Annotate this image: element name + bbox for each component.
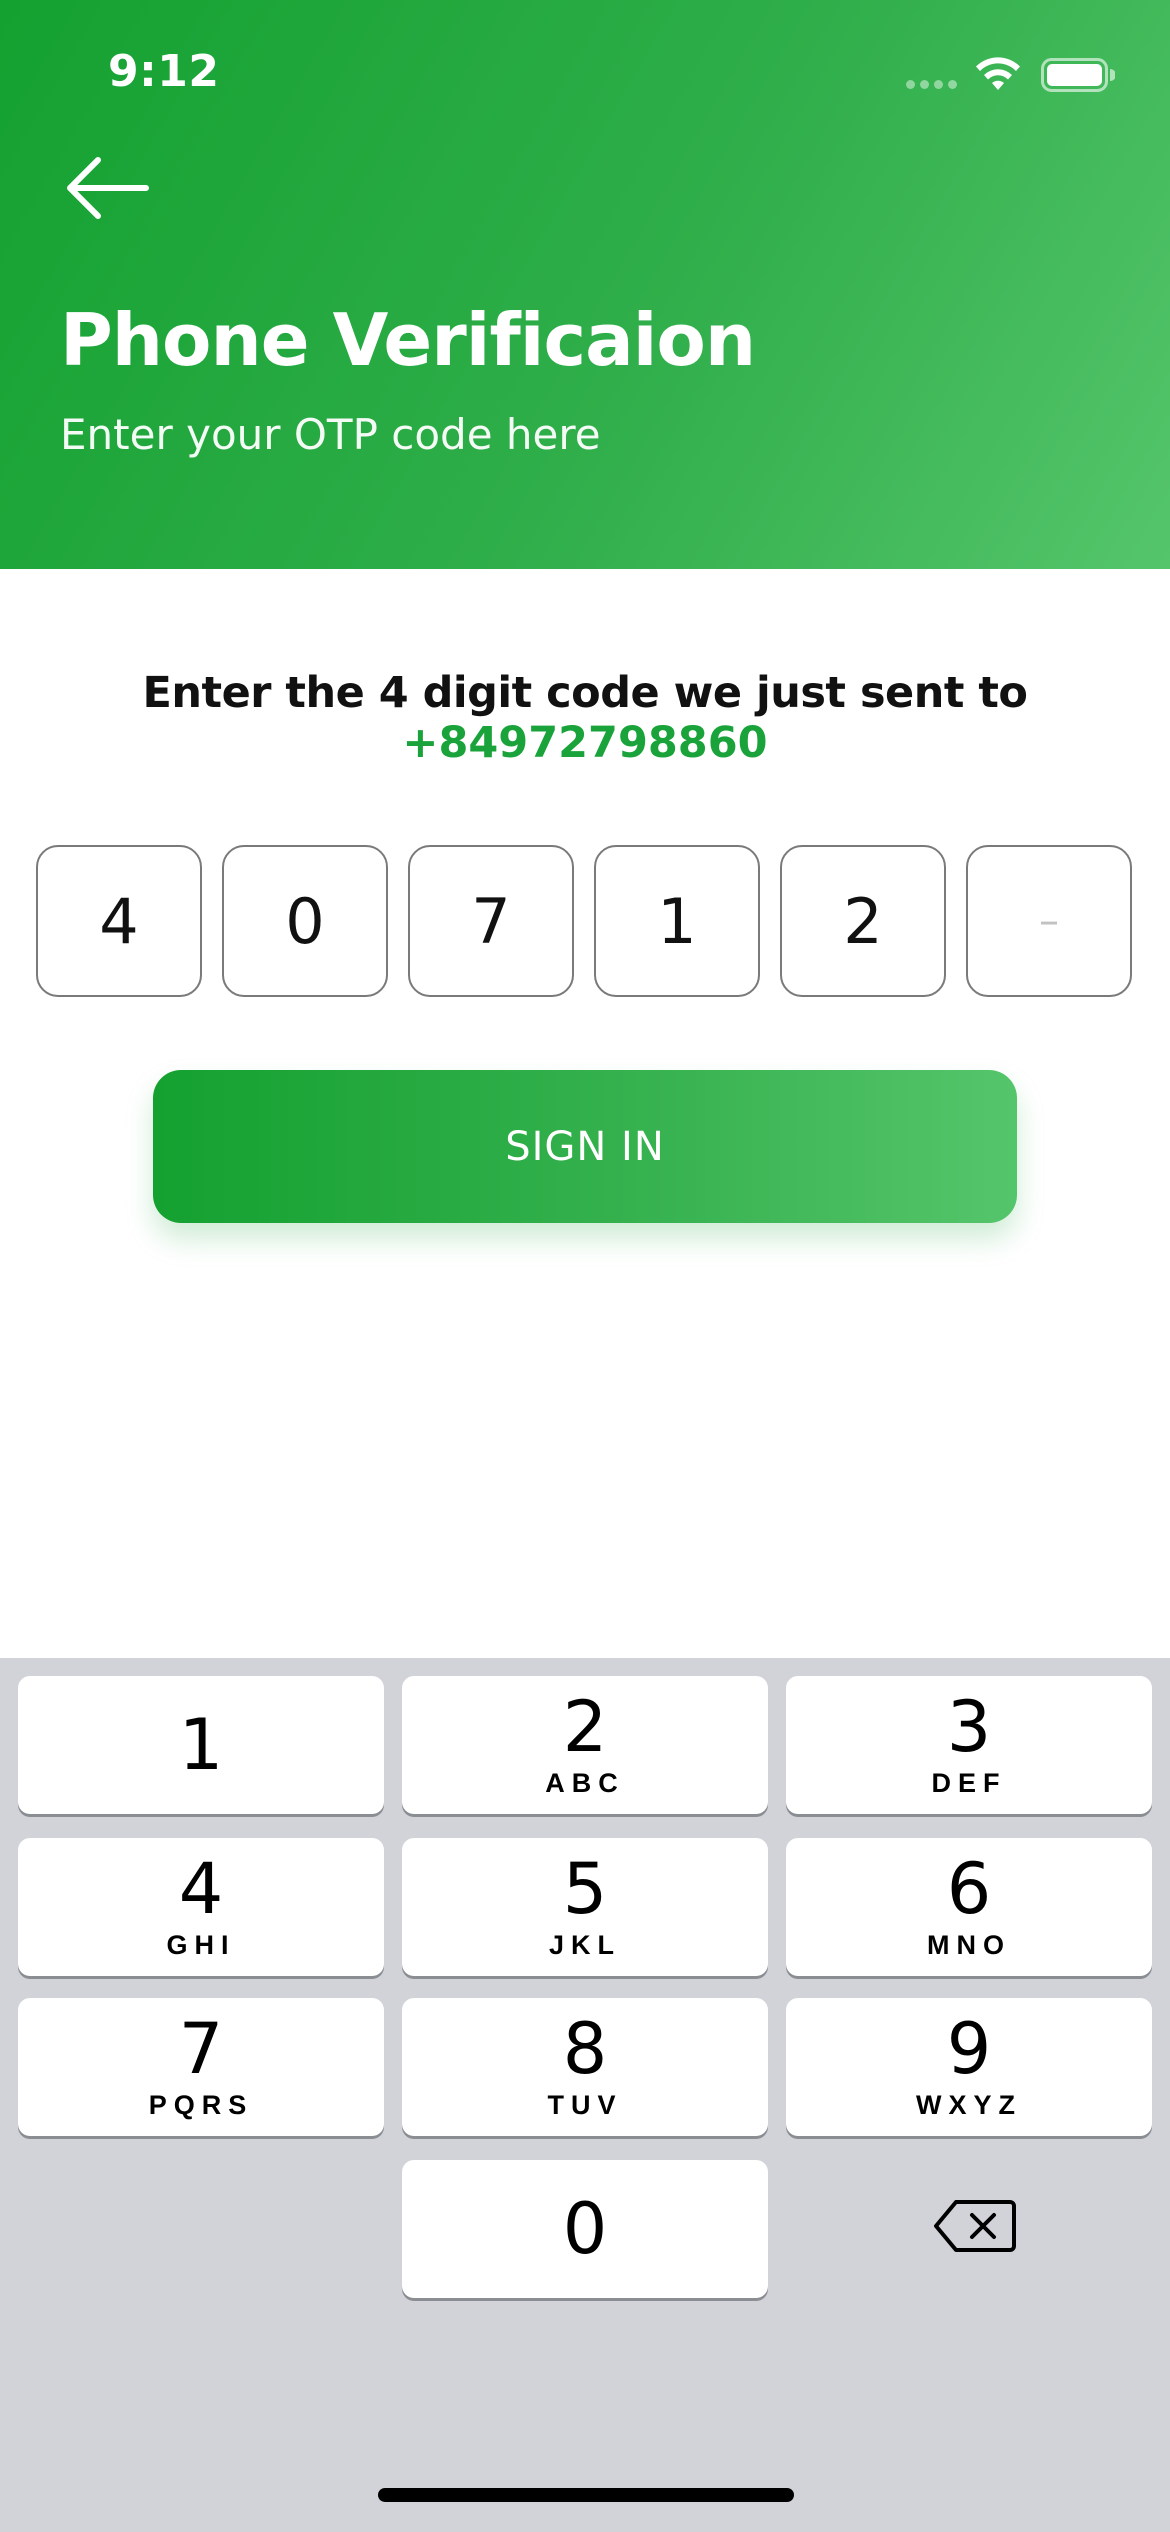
otp-digit-2[interactable]: 0 bbox=[222, 845, 388, 997]
key-5[interactable]: 5 JKL bbox=[402, 1838, 768, 1976]
back-arrow-icon[interactable] bbox=[66, 156, 150, 220]
numeric-keypad: 1 2 ABC 3 DEF 4 GHI 5 JKL 6 MNO 7 PQRS 8… bbox=[0, 1658, 1170, 2532]
key-letters: JKL bbox=[548, 1930, 621, 1960]
delete-backspace-icon[interactable] bbox=[932, 2196, 1018, 2256]
otp-digit-6[interactable]: – bbox=[966, 845, 1132, 997]
key-6[interactable]: 6 MNO bbox=[786, 1838, 1152, 1976]
key-3[interactable]: 3 DEF bbox=[786, 1676, 1152, 1814]
key-letters: GHI bbox=[166, 1930, 236, 1960]
key-number: 4 bbox=[178, 1848, 224, 1930]
status-time: 9:12 bbox=[108, 46, 220, 97]
key-number: 1 bbox=[178, 1704, 224, 1786]
otp-input-row: 4 0 7 1 2 – bbox=[36, 845, 1134, 997]
phone-number: +84972798860 bbox=[402, 718, 768, 768]
key-letters: WXYZ bbox=[916, 2090, 1022, 2120]
key-letters: MNO bbox=[927, 1930, 1011, 1960]
otp-digit-5[interactable]: 2 bbox=[780, 845, 946, 997]
instruction-text: Enter the 4 digit code we just sent to bbox=[142, 668, 1028, 718]
key-number: 8 bbox=[562, 2008, 608, 2090]
otp-digit-3[interactable]: 7 bbox=[408, 845, 574, 997]
key-number: 2 bbox=[562, 1686, 608, 1768]
cellular-signal-icon bbox=[906, 80, 958, 92]
key-letters: PQRS bbox=[148, 2090, 254, 2120]
otp-digit-4[interactable]: 1 bbox=[594, 845, 760, 997]
key-number: 6 bbox=[946, 1848, 992, 1930]
wifi-icon bbox=[976, 57, 1020, 90]
key-number: 5 bbox=[562, 1848, 608, 1930]
key-letters: ABC bbox=[545, 1768, 625, 1798]
page-subtitle: Enter your OTP code here bbox=[60, 410, 601, 459]
key-9[interactable]: 9 WXYZ bbox=[786, 1998, 1152, 2136]
key-number: 0 bbox=[562, 2188, 608, 2270]
key-0[interactable]: 0 bbox=[402, 2160, 768, 2298]
key-2[interactable]: 2 ABC bbox=[402, 1676, 768, 1814]
key-letters: DEF bbox=[931, 1768, 1007, 1798]
key-number: 9 bbox=[946, 2008, 992, 2090]
battery-icon bbox=[1041, 58, 1115, 92]
key-1[interactable]: 1 bbox=[18, 1676, 384, 1814]
header: 9:12 Phone Verificaion Enter your OTP co… bbox=[0, 0, 1170, 569]
page-title: Phone Verificaion bbox=[60, 298, 756, 382]
sign-in-button[interactable]: SIGN IN bbox=[153, 1070, 1017, 1223]
otp-digit-1[interactable]: 4 bbox=[36, 845, 202, 997]
key-7[interactable]: 7 PQRS bbox=[18, 1998, 384, 2136]
home-indicator bbox=[378, 2488, 794, 2502]
key-4[interactable]: 4 GHI bbox=[18, 1838, 384, 1976]
key-8[interactable]: 8 TUV bbox=[402, 1998, 768, 2136]
key-number: 3 bbox=[946, 1686, 992, 1768]
key-number: 7 bbox=[178, 2008, 224, 2090]
key-letters: TUV bbox=[547, 2090, 623, 2120]
